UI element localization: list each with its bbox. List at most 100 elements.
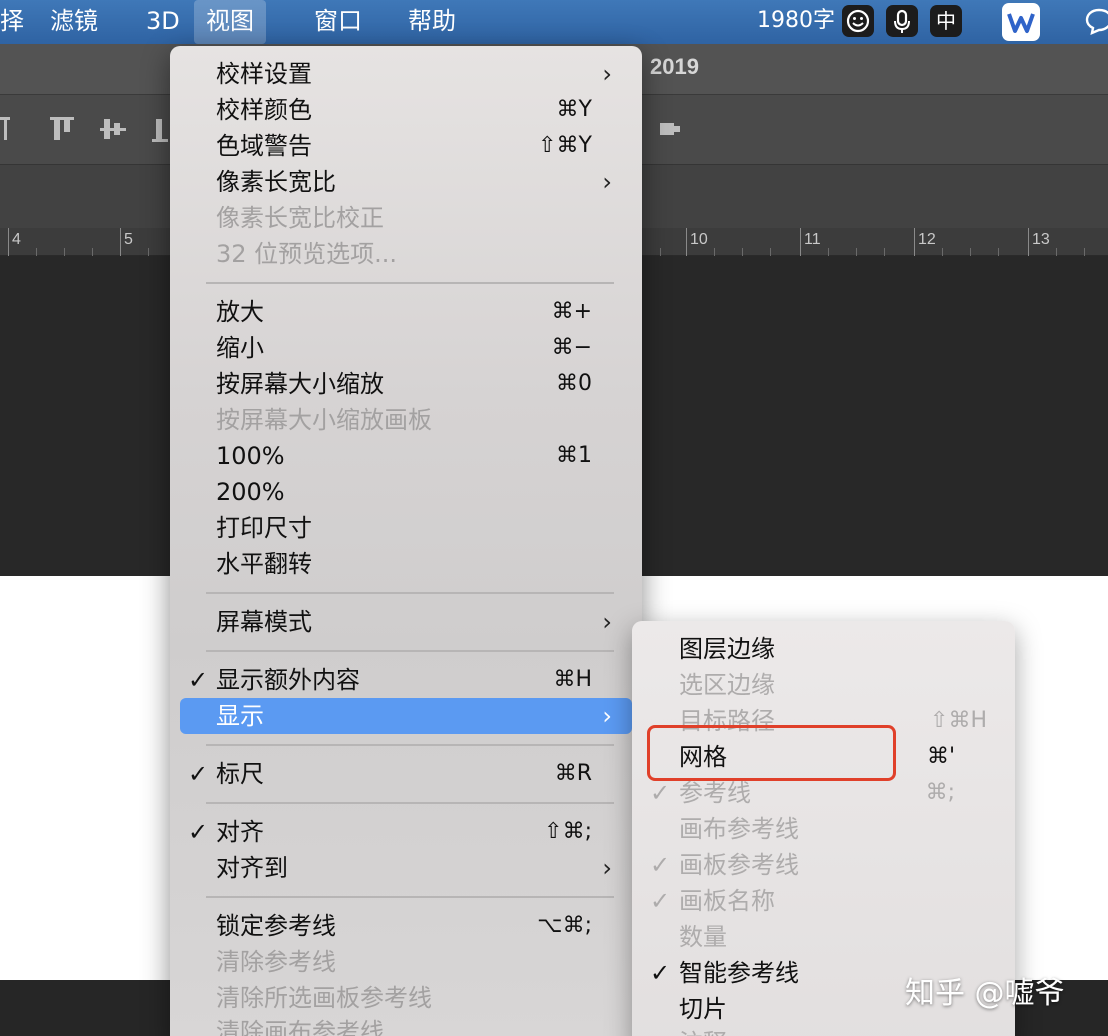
checkmark-icon: ✓ [188,666,209,694]
menu-item-label: 显示 [216,702,264,730]
menu-select[interactable]: 择 [0,0,24,44]
menu-item-label: 200% [216,478,285,506]
menu-item-label: 打印尺寸 [216,514,312,542]
menu-item-label: 清除参考线 [216,948,336,976]
menu-item-label: 清除画布参考线 [216,1018,384,1036]
menu-item-fit-artboard: 按屏幕大小缩放画板 [180,402,632,438]
menu-filter[interactable]: 滤镜 [50,0,98,44]
submenu-item-label: 图层边缘 [679,635,775,663]
menu-item-label: 32 位预览选项... [216,240,398,268]
ruler-label: 13 [1032,231,1050,248]
ruler-label: 10 [690,231,708,248]
video-icon[interactable] [650,115,680,143]
menu-item-gamut-warning[interactable]: 色域警告 ⇧⌘Y [180,128,632,164]
menu-item-label: 对齐 [216,818,264,846]
chat-bubble-icon[interactable] [1084,6,1108,36]
menu-item-label: 对齐到 [216,854,288,882]
menu-window[interactable]: 窗口 [314,0,362,44]
microphone-icon[interactable] [886,5,918,37]
menu-item-shortcut: ⌘+ [551,299,592,324]
menu-item-zoom-in[interactable]: 放大 ⌘+ [180,294,632,330]
menu-item-extras[interactable]: ✓ 显示额外内容 ⌘H [180,662,632,698]
menu-item-proof-colors[interactable]: 校样颜色 ⌘Y [180,92,632,128]
submenu-item-label: 智能参考线 [679,959,799,987]
submenu-item-label: 选区边缘 [679,671,775,699]
checkmark-icon: ✓ [188,818,209,846]
input-method-indicator[interactable]: 中 [930,5,962,37]
window-title: 2019 [650,54,699,79]
submenu-item-shortcut: ⇧⌘H [930,708,987,733]
menu-item-label: 屏幕模式 [216,608,312,636]
menu-item-label: 水平翻转 [216,550,312,578]
menu-separator [206,592,614,594]
emoji-icon[interactable] [842,5,874,37]
menu-item-label: 放大 [216,298,264,326]
menu-item-flip-horizontal[interactable]: 水平翻转 [180,546,632,582]
submenu-item-notes: 注释 [632,1025,1015,1036]
menu-item-screen-mode[interactable]: 屏幕模式 › [180,604,632,640]
menu-help[interactable]: 帮助 [408,0,456,44]
menu-item-snap[interactable]: ✓ 对齐 ⇧⌘; [180,814,632,850]
menu-view[interactable]: 视图 [194,0,266,44]
chevron-right-icon: › [602,854,612,882]
menu-separator [206,744,614,746]
menu-item-lock-guides[interactable]: 锁定参考线 ⌥⌘; [180,908,632,944]
submenu-item-label: 数量 [679,923,727,951]
ruler-label: 12 [918,231,936,248]
align-icon[interactable] [0,115,24,143]
menu-item-shortcut: ⌘Y [556,97,592,122]
menu-item-snap-to[interactable]: 对齐到 › [180,850,632,886]
menu-item-rulers[interactable]: ✓ 标尺 ⌘R [180,756,632,792]
menu-item-label: 显示额外内容 [216,666,360,694]
menu-item-200-percent[interactable]: 200% [180,474,632,510]
checkmark-icon: ✓ [188,760,209,788]
menu-item-label: 按屏幕大小缩放画板 [216,406,432,434]
menu-item-label: 校样设置 [216,60,312,88]
menu-separator [206,896,614,898]
menu-item-clear-artboard-guides: 清除所选画板参考线 [180,980,632,1016]
submenu-item-shortcut: ⌘' [926,744,955,769]
submenu-item-label: 画板参考线 [679,851,799,879]
chevron-right-icon: › [602,702,612,730]
menu-item-proof-setup[interactable]: 校样设置 › [180,56,632,92]
ruler-label: 5 [124,231,133,248]
menu-item-label: 按屏幕大小缩放 [216,370,384,398]
submenu-item-artboard-guides: ✓ 画板参考线 [632,847,1015,883]
menu-separator [206,282,614,284]
menu-item-shortcut: ⌘H [553,667,592,692]
menu-item-label: 像素长宽比 [216,168,336,196]
menu-item-fit-on-screen[interactable]: 按屏幕大小缩放 ⌘0 [180,366,632,402]
align-top-icon[interactable] [50,115,74,143]
menu-item-shortcut: ⇧⌘Y [538,133,592,158]
watermark: 知乎 @嘘爷 [905,976,1065,1011]
menu-item-shortcut: ⌥⌘; [537,913,592,938]
submenu-item-layer-edges[interactable]: 图层边缘 [632,631,1015,667]
menu-item-label: 缩小 [216,334,264,362]
menu-item-label: 色域警告 [216,132,312,160]
checkmark-icon: ✓ [650,779,671,807]
menu-item-100-percent[interactable]: 100% ⌘1 [180,438,632,474]
menu-item-show[interactable]: 显示 › [180,698,632,734]
submenu-item-label: 画板名称 [679,887,775,915]
menu-item-shortcut: ⌘0 [556,371,592,396]
chevron-right-icon: › [602,168,612,196]
word-count: 1980字 [757,8,835,33]
menu-item-shortcut: ⌘1 [556,443,592,468]
align-vertical-center-icon[interactable] [100,115,126,143]
menu-3d[interactable]: 3D [146,0,180,44]
menu-item-32bit-preview: 32 位预览选项... [180,236,632,272]
menu-item-zoom-out[interactable]: 缩小 ⌘− [180,330,632,366]
menu-item-pixel-aspect-ratio[interactable]: 像素长宽比 › [180,164,632,200]
wps-icon[interactable] [1002,3,1040,41]
submenu-item-label: 画布参考线 [679,815,799,843]
menu-item-label: 锁定参考线 [216,912,336,940]
macos-menu-bar: 择 滤镜 3D 视图 窗口 帮助 1980字 中 [0,0,1108,44]
checkmark-icon: ✓ [650,959,671,987]
submenu-item-count: 数量 [632,919,1015,955]
checkmark-icon: ✓ [650,887,671,915]
submenu-item-label: 注释 [679,1027,727,1036]
menu-item-print-size[interactable]: 打印尺寸 [180,510,632,546]
submenu-item-label: 参考线 [679,779,751,807]
menu-item-label: 像素长宽比校正 [216,204,384,232]
ruler-label: 4 [12,231,21,248]
